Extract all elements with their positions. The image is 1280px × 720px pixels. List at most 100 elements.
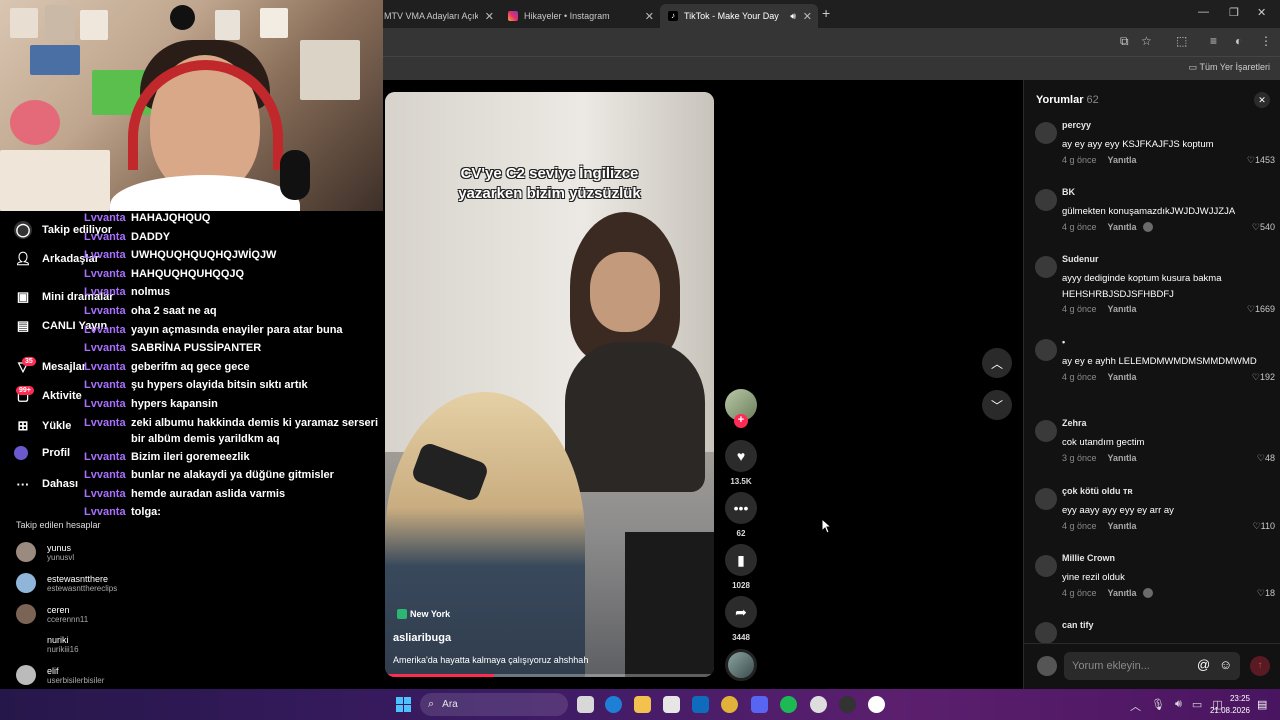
comment-like-button[interactable]: ♡1453 [1247, 155, 1275, 166]
like-button[interactable]: ♥ 13.5K [724, 440, 758, 486]
account-item[interactable]: ceren ccerennn11 [16, 604, 88, 624]
tab-mtv[interactable]: MTV VMA Adayları Açıkla ✕ [376, 4, 500, 28]
window-close-icon[interactable]: ✕ [1257, 6, 1266, 19]
new-tab-icon[interactable]: + [822, 5, 830, 21]
reply-button[interactable]: Yanıtla [1108, 453, 1137, 463]
comment-username[interactable]: • [1062, 337, 1065, 347]
file-icon[interactable] [577, 696, 594, 713]
sidebar-item-profile[interactable]: Profil [14, 446, 70, 460]
avatar[interactable] [1035, 555, 1057, 577]
reply-button[interactable]: Yanıtla [1108, 588, 1137, 598]
spotify-icon[interactable] [780, 696, 797, 713]
reply-button[interactable]: Yanıtla [1108, 372, 1137, 382]
restore-icon[interactable]: ❐ [1229, 6, 1239, 19]
comment-like-button[interactable]: ♡110 [1253, 521, 1275, 532]
chat-message: Lvvanta zeki albumu hakkinda demis ki yar… [84, 416, 379, 445]
reply-button[interactable]: Yanıtla [1108, 521, 1137, 531]
previous-video-button[interactable]: ︿ [982, 348, 1012, 378]
comment-username[interactable]: can tify [1062, 620, 1094, 630]
comment-like-button[interactable]: ♡192 [1252, 372, 1275, 383]
heart-outline-icon: ♡ [1251, 222, 1260, 232]
minimize-icon[interactable]: — [1198, 6, 1209, 18]
app-icon[interactable] [868, 696, 885, 713]
bookmark-star-icon[interactable]: ☆ [1141, 34, 1152, 48]
close-comments-button[interactable]: ✕ [1254, 92, 1270, 108]
sidebar-item-upload[interactable]: ⊞ Yükle [14, 417, 72, 435]
comment-button[interactable]: ••• 62 [724, 492, 758, 538]
obs-icon[interactable] [810, 696, 827, 713]
all-bookmarks[interactable]: ▭ Tüm Yer İşaretleri [1189, 62, 1270, 73]
follow-plus-icon[interactable]: + [734, 414, 748, 428]
search-icon: ⌕ [428, 698, 435, 710]
share-button[interactable]: ➦ 3448 [724, 596, 758, 642]
video-progress-bar[interactable] [385, 674, 714, 677]
avatar[interactable] [1035, 339, 1057, 361]
reply-button[interactable]: Yanıtla [1108, 222, 1137, 232]
account-item[interactable]: elif userbisilerbisiler [16, 665, 104, 685]
comment-username[interactable]: Zehra [1062, 418, 1087, 428]
close-icon[interactable]: ✕ [803, 10, 812, 23]
comment-like-button[interactable]: ♡1669 [1247, 304, 1275, 315]
bookmark-icon: ▮ [725, 544, 757, 576]
mention-icon[interactable]: @ [1197, 657, 1210, 672]
account-item[interactable]: yunus yunusvl [16, 542, 74, 562]
comment-username[interactable]: percyy [1062, 120, 1091, 130]
location-tag[interactable]: New York [397, 609, 450, 619]
video-author[interactable]: asliaribuga [393, 632, 451, 644]
avatar[interactable] [1035, 256, 1057, 278]
next-video-button[interactable]: ﹀ [982, 390, 1012, 420]
comment-input[interactable] [1064, 652, 1240, 680]
avatar[interactable] [1035, 488, 1057, 510]
avatar[interactable] [1035, 622, 1057, 644]
comment-like-button[interactable]: ♡540 [1252, 222, 1275, 233]
close-icon[interactable]: ✕ [645, 10, 654, 23]
chevron-up-icon[interactable]: ︿ [1130, 698, 1141, 714]
video-player[interactable]: CV'ye C2 seviye İngilizce yazarken bizim… [385, 92, 714, 677]
comment-username[interactable]: Millie Crown [1062, 553, 1115, 563]
save-button[interactable]: ▮ 1028 [724, 544, 758, 590]
account-item[interactable]: estewasntthere estewasnttherecl​ips [16, 573, 117, 593]
comment-username[interactable]: BK [1062, 187, 1075, 197]
avatar[interactable] [1035, 122, 1057, 144]
windows-start-icon[interactable] [396, 697, 411, 712]
avatar[interactable] [1035, 189, 1057, 211]
extensions-icon[interactable]: ⬚ [1176, 34, 1187, 48]
comment-time: 4 g önce [1062, 304, 1097, 314]
outlook-icon[interactable] [692, 696, 709, 713]
tab-tiktok[interactable]: ♪ TikTok - Make Your Day 🔊︎ ✕ [660, 4, 818, 28]
profile-icon[interactable]: ◐ [1235, 34, 1242, 48]
music-disc-icon[interactable] [725, 649, 757, 681]
taskbar-search[interactable]: ⌕ Ara [420, 693, 568, 716]
chat-message: Lvvanta UWHQUQHQUQHQJWİQJW [84, 249, 277, 262]
tab-label: Hikayeler • Instagram [524, 11, 610, 21]
discord-icon[interactable] [751, 696, 768, 713]
clock[interactable]: 23:25 21.08.2026 [1206, 693, 1250, 717]
account-item[interactable]: nuriki nurikiii16 [16, 634, 79, 654]
folder-icon[interactable] [634, 696, 651, 713]
send-button[interactable]: ↑ [1250, 656, 1270, 676]
comment-username[interactable]: Sudenur [1062, 254, 1099, 264]
cast-icon[interactable]: ⧉ [1120, 34, 1129, 49]
tab-instagram[interactable]: Hikayeler • Instagram ✕ [500, 4, 660, 28]
notification-icon[interactable]: ▤ [1257, 698, 1267, 711]
sidebar-item-more[interactable]: ··· Dahası [14, 475, 79, 493]
reply-button[interactable]: Yanıtla [1108, 304, 1137, 314]
menu-icon[interactable]: ⋮ [1260, 34, 1272, 48]
comment-like-button[interactable]: ♡48 [1257, 453, 1275, 464]
store-icon[interactable] [663, 696, 680, 713]
media-icon[interactable]: ≡ [1210, 34, 1217, 48]
comment-username[interactable]: çok kötü oldu ᴛʀ [1062, 486, 1133, 496]
close-icon[interactable]: ✕ [485, 10, 494, 23]
edge-icon[interactable] [605, 696, 622, 713]
app-icon[interactable] [839, 696, 856, 713]
microphone-icon[interactable]: 🎙︎ [1151, 698, 1165, 714]
comment-like-button[interactable]: ♡18 [1257, 588, 1275, 599]
network-icon[interactable]: ▭ [1192, 698, 1202, 714]
speaker-icon[interactable]: 🔊︎ [790, 11, 796, 22]
avatar[interactable] [1035, 420, 1057, 442]
chrome-icon[interactable] [721, 696, 738, 713]
reply-button[interactable]: Yanıtla [1108, 155, 1137, 165]
comment-time: 4 g önce [1062, 155, 1097, 165]
emoji-icon[interactable]: ☺ [1219, 657, 1232, 672]
volume-icon[interactable]: 🔊︎ [1175, 698, 1182, 714]
